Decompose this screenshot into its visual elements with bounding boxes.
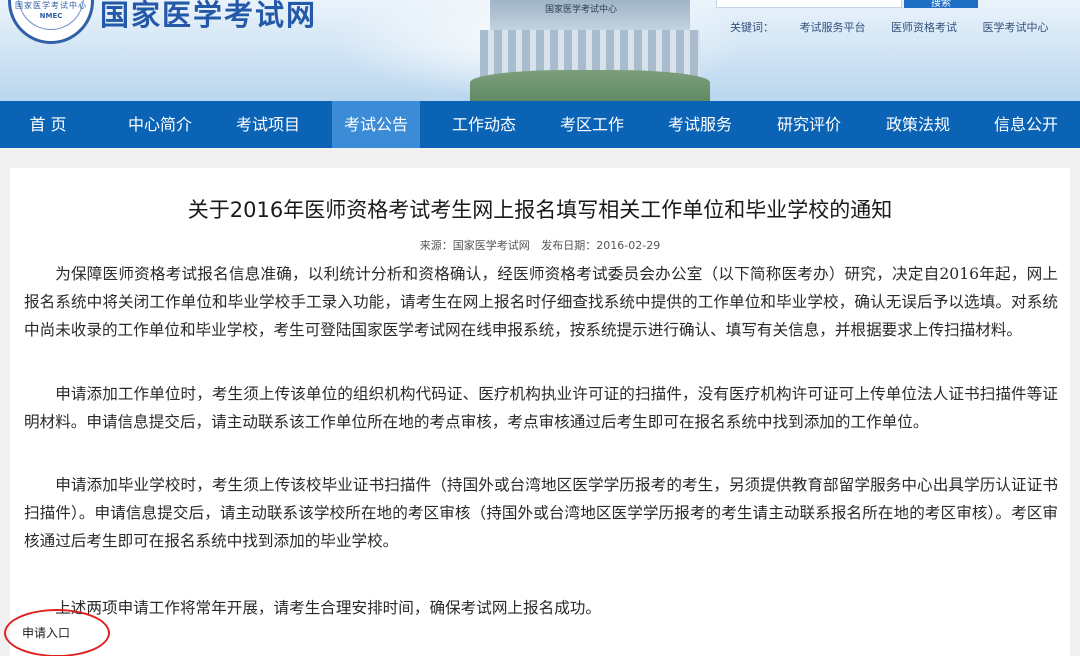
article-meta: 来源：国家医学考试网 发布日期：2016-02-29 — [10, 237, 1070, 253]
article-paragraph: 为保障医师资格考试报名信息准确，以利统计分析和资格确认，经医师资格考试委员会办公… — [24, 265, 1058, 339]
article-paragraph: 上述两项申请工作将常年开展，请考生合理安排时间，确保考试网上报名成功。 — [55, 599, 601, 617]
article-paragraph: 申请添加毕业学校时，考生须上传该校毕业证书扫描件（持国外或台湾地区医学学历报考的… — [24, 476, 1058, 550]
building-banner-image: 国家医学考试中心 — [470, 0, 710, 101]
site-title[interactable]: 国家医学考试网 — [100, 0, 317, 34]
keywords-label: 关键词： — [730, 21, 774, 34]
nav-item-disclosure[interactable]: 信息公开 — [972, 101, 1080, 148]
article-source: 来源：国家医学考试网 — [419, 239, 530, 252]
building-trees — [470, 70, 710, 101]
emblem-text-en: NMEC — [39, 12, 63, 20]
nmec-emblem-icon[interactable]: 国家医学考试中心 NMEC — [8, 0, 94, 44]
nav-item-news[interactable]: 工作动态 — [430, 101, 538, 148]
keywords-bar: 关键词： 考试服务平台 医师资格考试 医学考试中心 — [730, 19, 1071, 35]
search-button[interactable]: 搜索 — [904, 0, 978, 9]
search-input[interactable] — [716, 0, 902, 8]
building-sign: 国家医学考试中心 — [545, 5, 618, 15]
nav-item-exam-regions[interactable]: 考区工作 — [538, 101, 646, 148]
page: 国家医学考试中心 NMEC 国家医学考试网 国家医学考试中心 搜索 关键词： 考… — [0, 0, 1080, 656]
article-title: 关于2016年医师资格考试考生网上报名填写相关工作单位和毕业学校的通知 — [187, 198, 893, 222]
nav-item-research[interactable]: 研究评价 — [754, 101, 864, 148]
article-paragraph: 申请添加工作单位时，考生须上传该单位的组织机构代码证、医疗机构执业许可证的扫描件… — [24, 385, 1058, 431]
nav-item-home[interactable]: 首 页 — [0, 101, 96, 148]
nav-item-policies[interactable]: 政策法规 — [864, 101, 972, 148]
nav-item-services[interactable]: 考试服务 — [646, 101, 754, 148]
article-date: 发布日期：2016-02-29 — [541, 239, 661, 252]
nav-item-about[interactable]: 中心简介 — [106, 101, 214, 148]
content-area: 关于2016年医师资格考试考生网上报名填写相关工作单位和毕业学校的通知 来源：国… — [0, 148, 1080, 656]
nav-item-announcements[interactable]: 考试公告 — [332, 101, 420, 148]
emblem-text-cn: 国家医学考试中心 — [15, 1, 87, 10]
main-nav: 首 页 中心简介 考试项目 考试公告 工作动态 考区工作 考试服务 研究评价 政… — [0, 101, 1080, 148]
keyword-link[interactable]: 医学考试中心 — [983, 21, 1049, 34]
site-header: 国家医学考试中心 NMEC 国家医学考试网 国家医学考试中心 搜索 关键词： 考… — [0, 0, 1080, 101]
keyword-link[interactable]: 医师资格考试 — [891, 21, 957, 34]
article: 关于2016年医师资格考试考生网上报名填写相关工作单位和毕业学校的通知 来源：国… — [4, 168, 1070, 656]
annotation-circle — [4, 609, 110, 656]
nav-item-exams[interactable]: 考试项目 — [214, 101, 322, 148]
keyword-link[interactable]: 考试服务平台 — [800, 21, 866, 34]
